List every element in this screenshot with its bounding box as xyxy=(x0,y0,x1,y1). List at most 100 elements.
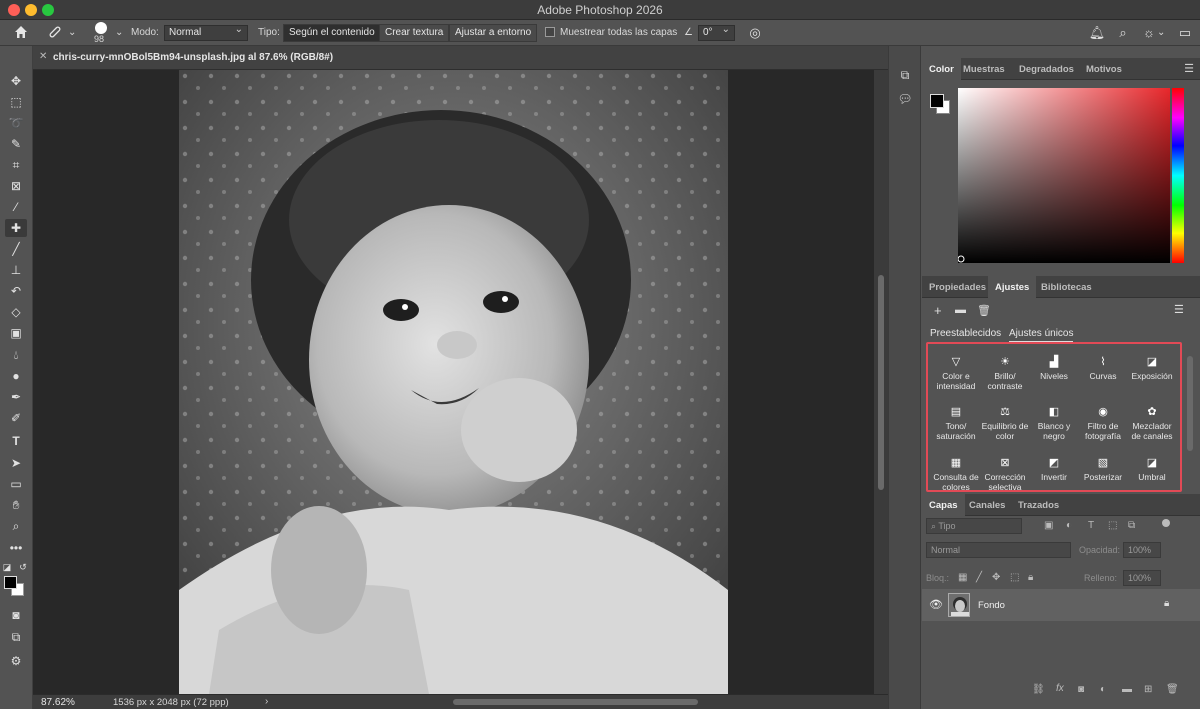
screen-mode-icon[interactable]: ⧉ xyxy=(5,628,27,646)
generative-tools-icon[interactable]: ⚙ xyxy=(5,652,27,670)
tab-layers[interactable]: Capas xyxy=(922,494,965,516)
trash-icon[interactable]: 🗑︎ xyxy=(977,304,991,317)
frame-tool-icon[interactable]: ⊠ xyxy=(5,177,27,195)
healing-brush-tool-icon[interactable] xyxy=(46,24,64,42)
history-panel-icon[interactable]: ⧉ xyxy=(897,68,913,84)
adj-levels[interactable]: ▟ Niveles xyxy=(1029,356,1079,381)
more-tools-icon[interactable]: ••• xyxy=(5,539,27,557)
subtab-presets[interactable]: Preestablecidos xyxy=(930,328,1001,339)
picker-foreground-swatch[interactable] xyxy=(930,94,944,108)
canvas-vertical-scroll-thumb[interactable] xyxy=(878,275,884,490)
lock-image-icon[interactable]: ╱ xyxy=(976,572,982,583)
adj-color-lookup[interactable]: ▦ Consulta de colores xyxy=(931,457,981,492)
lock-all-icon[interactable]: 🔒︎ xyxy=(1028,572,1033,583)
canvas-area[interactable] xyxy=(33,70,874,694)
document-photo[interactable] xyxy=(179,70,728,694)
history-brush-tool-icon[interactable]: ↶ xyxy=(5,282,27,300)
lock-position-icon[interactable]: ✥ xyxy=(992,572,1000,583)
eye-visibility-icon[interactable]: 👁︎ xyxy=(929,598,943,611)
adj-brightness-contrast[interactable]: ☀ Brillo/ contraste xyxy=(980,356,1030,391)
crop-tool-icon[interactable]: ⌗ xyxy=(5,156,27,174)
adj-invert[interactable]: ◩ Invertir xyxy=(1029,457,1079,482)
type-filter-icon[interactable]: T xyxy=(1088,520,1094,531)
tool-preset-chevron-icon[interactable]: ⌄ xyxy=(68,27,76,38)
spot-healing-brush-tool-icon[interactable]: ✚ xyxy=(5,219,27,237)
type-tool-icon[interactable]: T xyxy=(5,432,27,450)
default-colors-icon[interactable]: ◪ xyxy=(2,558,12,576)
angle-input[interactable]: 0° xyxy=(698,24,735,41)
lasso-tool-icon[interactable]: ➰ xyxy=(5,114,27,132)
close-document-icon[interactable]: ✕ xyxy=(39,51,47,62)
adj-channel-mixer[interactable]: ✿ Mezclador de canales xyxy=(1127,406,1177,441)
brush-preview-icon[interactable] xyxy=(95,22,107,34)
pressure-size-icon[interactable]: ◎ xyxy=(746,24,764,42)
add-mask-icon[interactable]: ◙ xyxy=(1078,684,1084,695)
adj-posterize[interactable]: ▧ Posterizar xyxy=(1078,457,1128,482)
smart-object-filter-icon[interactable]: ⧉ xyxy=(1128,520,1135,531)
tab-swatches[interactable]: Muestras xyxy=(956,58,1012,80)
filter-toggle-icon[interactable] xyxy=(1162,519,1170,527)
content-aware-button[interactable]: Según el contenido xyxy=(283,24,381,42)
clone-stamp-tool-icon[interactable]: ⊥ xyxy=(5,261,27,279)
dodge-tool-icon[interactable]: ● xyxy=(5,367,27,385)
add-icon[interactable]: + xyxy=(934,303,942,318)
zoom-level[interactable]: 87.62% xyxy=(41,697,75,708)
layer-style-icon[interactable]: fx xyxy=(1056,683,1064,694)
rectangular-marquee-tool-icon[interactable]: ⬚ xyxy=(5,93,27,111)
quick-selection-tool-icon[interactable]: ✎ xyxy=(5,135,27,153)
zoom-tool-icon[interactable]: ⌕ xyxy=(5,517,27,535)
adj-threshold[interactable]: ◪ Umbral xyxy=(1127,457,1177,482)
pen-tool-secondary-icon[interactable]: ✐ xyxy=(5,409,27,427)
shape-filter-icon[interactable]: ⬚ xyxy=(1108,520,1117,531)
list-view-icon[interactable]: ☰ xyxy=(1174,303,1184,316)
adj-curves[interactable]: ⌇ Curvas xyxy=(1078,356,1128,381)
hue-slider[interactable] xyxy=(1172,88,1184,263)
notifications-bell-icon[interactable]: 🔔︎ xyxy=(1088,24,1106,42)
discover-chevron-icon[interactable]: ⌄ xyxy=(1157,27,1165,38)
layer-row[interactable]: 👁︎ Fondo 🔒︎ xyxy=(922,589,1200,621)
discover-lightbulb-icon[interactable]: ☼ xyxy=(1140,24,1158,42)
mode-select[interactable]: Normal xyxy=(164,24,248,41)
blur-tool-icon[interactable]: 💧︎ xyxy=(5,346,27,364)
blend-mode-select[interactable]: Normal xyxy=(926,542,1071,558)
sample-all-layers-checkbox[interactable] xyxy=(545,27,555,37)
adj-exposure[interactable]: ◪ Exposición xyxy=(1127,356,1177,381)
hand-tool-icon[interactable]: ✋︎ xyxy=(5,496,27,514)
adj-photo-filter[interactable]: ◉ Filtro de fotografía xyxy=(1078,406,1128,441)
adj-color-balance[interactable]: ⚖ Equilibrio de color xyxy=(980,406,1030,441)
workspace-icon[interactable]: ▭ xyxy=(1176,24,1194,42)
quick-mask-icon[interactable]: ◙ xyxy=(5,606,27,624)
home-icon[interactable] xyxy=(12,24,30,42)
tab-adjustments[interactable]: Ajustes xyxy=(988,276,1037,298)
opacity-input[interactable]: 100% xyxy=(1123,542,1161,558)
color-panel-menu-icon[interactable]: ☰ xyxy=(1184,62,1194,75)
adj-color-intensity[interactable]: ▽ Color e intensidad xyxy=(931,356,981,391)
search-icon[interactable]: ⌕ xyxy=(1114,24,1132,42)
swap-colors-icon[interactable]: ↺ xyxy=(18,558,28,576)
eraser-tool-icon[interactable]: ◇ xyxy=(5,303,27,321)
document-tab[interactable]: ✕ chris-curry-mnOBol5Bm94-unsplash.jpg a… xyxy=(33,46,888,70)
gradient-tool-icon[interactable]: ▣ xyxy=(5,324,27,342)
tab-color[interactable]: Color xyxy=(922,58,961,80)
path-selection-tool-icon[interactable]: ➤ xyxy=(5,454,27,472)
lock-artboard-icon[interactable]: ⬚ xyxy=(1010,572,1019,583)
tab-properties[interactable]: Propiedades xyxy=(922,276,993,298)
delete-layer-icon[interactable]: 🗑︎ xyxy=(1166,684,1179,695)
folder-icon[interactable]: ▬ xyxy=(955,304,966,316)
adj-black-white[interactable]: ◧ Blanco y negro xyxy=(1029,406,1079,441)
adj-hue-saturation[interactable]: ▤ Tono/ saturación xyxy=(931,406,981,441)
brush-picker-chevron-icon[interactable]: ⌄ xyxy=(115,27,123,38)
rectangle-tool-icon[interactable]: ▭ xyxy=(5,475,27,493)
pixel-filter-icon[interactable]: ▣ xyxy=(1044,520,1053,531)
tab-libraries[interactable]: Bibliotecas xyxy=(1034,276,1099,298)
pen-tool-icon[interactable]: ✒ xyxy=(5,388,27,406)
subtab-single-adjustments[interactable]: Ajustes únicos xyxy=(1009,328,1074,342)
lock-transparent-icon[interactable]: ▦ xyxy=(958,572,967,583)
status-menu-chevron-icon[interactable]: › xyxy=(265,696,268,707)
new-adjustment-layer-icon[interactable]: ◐ xyxy=(1100,684,1106,695)
layer-filter-select[interactable]: ⌕ Tipo xyxy=(926,518,1022,534)
color-picker-field[interactable] xyxy=(957,88,1170,263)
proximity-match-button[interactable]: Ajustar a entorno xyxy=(449,24,538,42)
canvas-vertical-scrollbar[interactable] xyxy=(874,70,888,694)
create-texture-button[interactable]: Crear textura xyxy=(379,24,450,42)
